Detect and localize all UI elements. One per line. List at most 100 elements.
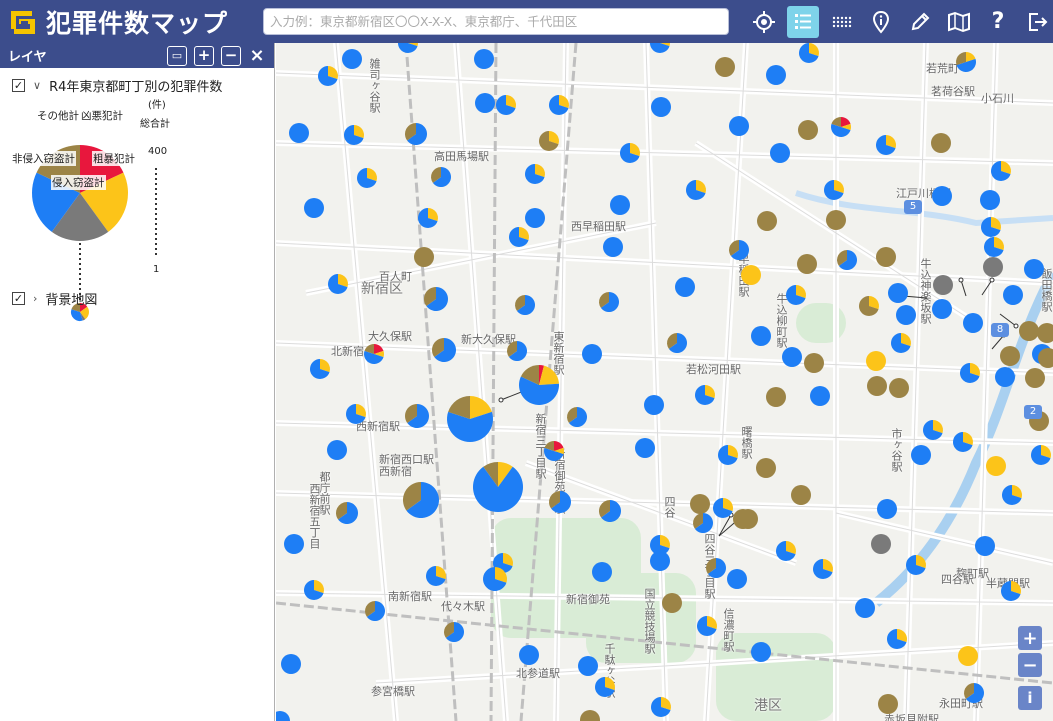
map-info-icon[interactable] [943, 6, 975, 38]
crime-pie-marker[interactable] [888, 283, 908, 303]
crime-pie-marker[interactable] [444, 622, 464, 642]
crime-pie-marker[interactable] [906, 555, 926, 575]
crime-pie-marker[interactable] [327, 440, 347, 460]
crime-pie-marker[interactable] [414, 247, 434, 267]
crime-pie-layer[interactable] [276, 43, 1053, 721]
crime-pie-marker[interactable] [431, 167, 451, 187]
crime-pie-marker[interactable] [650, 43, 670, 53]
crime-pie-marker[interactable] [675, 277, 695, 297]
crime-pie-marker[interactable] [706, 558, 726, 578]
crime-pie-marker[interactable] [813, 559, 833, 579]
crime-pie-marker[interactable] [1037, 323, 1053, 343]
crime-pie-marker[interactable] [472, 462, 523, 512]
crime-pie-marker[interactable] [770, 143, 790, 163]
crime-pie-marker[interactable] [791, 485, 811, 505]
crime-pie-marker[interactable] [284, 534, 304, 554]
crime-pie-marker[interactable] [786, 285, 806, 305]
crime-pie-marker[interactable] [567, 407, 587, 427]
crime-pie-marker[interactable] [603, 237, 623, 257]
crime-pie-marker[interactable] [342, 49, 362, 69]
crime-pie-marker[interactable] [599, 292, 620, 312]
plus-square-icon[interactable]: + [194, 45, 214, 66]
crime-pie-marker[interactable] [695, 385, 715, 405]
crime-pie-marker[interactable] [447, 396, 493, 442]
crime-pie-marker[interactable] [424, 287, 448, 312]
crime-pie-marker[interactable] [686, 180, 706, 200]
crime-pie-marker[interactable] [776, 541, 797, 561]
crime-pie-marker[interactable] [592, 562, 612, 582]
crime-pie-marker[interactable] [741, 265, 761, 285]
crime-pie-marker[interactable] [405, 123, 427, 145]
crime-pie-marker[interactable] [866, 351, 886, 371]
crime-pie-marker[interactable] [798, 120, 818, 140]
crime-pie-marker[interactable] [991, 161, 1012, 181]
crime-pie-marker[interactable] [1019, 321, 1039, 341]
crime-pie-marker[interactable] [751, 326, 771, 346]
crime-pie-marker[interactable] [426, 566, 446, 586]
crime-pie-marker[interactable] [922, 420, 943, 440]
crime-pie-marker[interactable] [474, 49, 494, 69]
crime-pie-marker[interactable] [782, 347, 802, 367]
crime-pie-marker[interactable] [886, 629, 907, 650]
crime-pie-marker[interactable] [981, 217, 1001, 237]
crime-pie-marker[interactable] [483, 567, 507, 591]
crime-pie-marker[interactable] [877, 499, 897, 519]
crime-pie-marker[interactable] [931, 133, 951, 153]
crime-pie-marker[interactable] [693, 513, 714, 533]
crime-pie-marker[interactable] [578, 656, 598, 676]
crime-pie-marker[interactable] [876, 135, 896, 155]
crime-pie-marker[interactable] [544, 441, 564, 462]
crime-pie-marker[interactable] [644, 395, 664, 415]
crime-pie-marker[interactable] [963, 313, 983, 333]
crime-pie-marker[interactable] [432, 338, 456, 362]
crime-pie-marker[interactable] [304, 198, 324, 218]
crime-pie-marker[interactable] [876, 247, 896, 267]
crime-pie-marker[interactable] [729, 240, 749, 260]
crime-pie-marker[interactable] [757, 211, 777, 231]
crime-pie-marker[interactable] [891, 333, 912, 353]
crime-pie-marker[interactable] [953, 432, 973, 452]
layer-item-crime[interactable]: ✓ ∨ R4年東京都町丁別の犯罪件数 [12, 76, 222, 95]
chevron-down-icon[interactable]: ∨ [33, 79, 41, 92]
crime-pie-marker[interactable] [599, 500, 621, 522]
crime-pie-marker[interactable] [496, 95, 516, 115]
minus-square-icon[interactable]: − [221, 45, 241, 66]
crime-pie-marker[interactable] [594, 677, 615, 697]
crime-pie-marker[interactable] [318, 66, 338, 86]
crime-pie-marker[interactable] [878, 694, 898, 714]
crime-pie-marker[interactable] [956, 52, 976, 72]
crime-pie-marker[interactable] [1025, 368, 1045, 388]
crime-pie-marker[interactable] [889, 378, 909, 398]
crime-pie-marker[interactable] [1002, 485, 1023, 505]
crime-pie-marker[interactable] [896, 305, 916, 325]
crime-pie-marker[interactable] [964, 683, 984, 703]
crime-pie-marker[interactable] [715, 57, 735, 77]
chevron-right-icon[interactable]: › [33, 292, 37, 305]
crime-pie-marker[interactable] [620, 143, 640, 163]
zoom-out-button[interactable]: − [1018, 653, 1042, 677]
crime-pie-marker[interactable] [751, 642, 771, 662]
crime-pie-marker[interactable] [519, 365, 559, 405]
crime-pie-marker[interactable] [1001, 581, 1021, 601]
info-pin-icon[interactable] [865, 6, 897, 38]
crime-pie-marker[interactable] [475, 93, 495, 113]
crime-pie-marker[interactable] [519, 645, 539, 665]
crime-pie-marker[interactable] [405, 404, 429, 428]
crime-pie-marker[interactable] [650, 551, 670, 571]
zoom-in-button[interactable]: + [1018, 626, 1042, 650]
layer-checkbox-basemap[interactable]: ✓ [12, 292, 25, 305]
crime-pie-marker[interactable] [911, 445, 931, 465]
crime-pie-marker[interactable] [357, 168, 377, 188]
crime-pie-marker[interactable] [281, 654, 301, 674]
crime-pie-marker[interactable] [1031, 445, 1051, 465]
crime-pie-marker[interactable] [960, 363, 980, 383]
crime-pie-marker[interactable] [507, 341, 527, 361]
crime-pie-marker[interactable] [766, 65, 786, 85]
crime-pie-marker[interactable] [871, 534, 891, 554]
locate-icon[interactable] [748, 6, 780, 38]
help-icon[interactable]: ? [982, 6, 1014, 38]
crime-pie-marker[interactable] [837, 250, 858, 270]
crime-pie-marker[interactable] [933, 275, 953, 295]
crime-pie-marker[interactable] [1024, 259, 1044, 279]
crime-pie-marker[interactable] [328, 274, 348, 294]
